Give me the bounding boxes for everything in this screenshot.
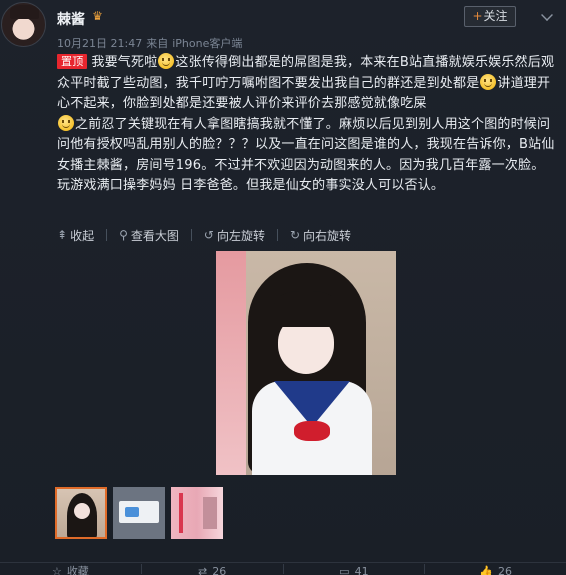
repost-count: 26 [212, 564, 227, 575]
photo-bow [294, 421, 330, 441]
image-toolbar: ⇞ 收起 ⚲ 查看大图 ↺ 向左旋转 ↻ 向右旋转 [57, 226, 351, 244]
comment-icon: ▭ [339, 564, 350, 575]
comment-count: 41 [354, 564, 369, 575]
post-meta: 10月21日 21:47 来自 iPhone客户端 [57, 35, 242, 51]
source-prefix: 来自 [146, 37, 169, 50]
username[interactable]: 棘酱 [57, 9, 85, 29]
view-large-button[interactable]: ⚲ 查看大图 [119, 226, 179, 244]
thumbnail-3[interactable] [171, 487, 223, 539]
zoom-icon: ⚲ [119, 228, 128, 242]
collect-icon: ☆ [51, 564, 62, 575]
pin-badge: 置顶 [57, 54, 88, 69]
collapse-icon: ⇞ [57, 228, 68, 242]
repost-button[interactable]: ⇄ 26 [142, 565, 283, 575]
weibo-post-card: 棘酱 ♛ 10月21日 21:47 来自 iPhone客户端 +关注 置顶 我要气死啦… [0, 0, 566, 575]
rotate-right-icon: ↻ [289, 228, 301, 242]
post-text-segment: 之前忍了关键现在有人拿图瞎搞我就不懂了。麻烦以后见到别人用这个图的时候问问他有授… [57, 116, 555, 194]
follow-button[interactable]: +关注 [464, 6, 516, 27]
post-source[interactable]: iPhone客户端 [172, 37, 242, 50]
plus-icon: + [472, 9, 483, 23]
rotate-left-label: 向左旋转 [216, 228, 265, 243]
post-text: 置顶 我要气死啦 这张传得倒出都是的屌图是我，本来在B站直播就娱乐娱乐然后观众平时截… [57, 53, 557, 197]
rotate-right-label: 向右旋转 [303, 228, 352, 243]
thumbnail-2[interactable] [113, 487, 165, 539]
chevron-down-icon[interactable] [541, 9, 553, 21]
toolbar-divider [106, 229, 108, 241]
collect-button[interactable]: ☆ 收藏 [0, 565, 141, 575]
photo-background [216, 251, 246, 475]
smile-emoji-icon [480, 73, 497, 90]
rotate-right-button[interactable]: ↻ 向右旋转 [290, 226, 351, 244]
follow-label: 关注 [483, 9, 508, 23]
toolbar-divider [276, 229, 278, 241]
collapse-button[interactable]: ⇞ 收起 [57, 226, 94, 244]
action-bar: ☆ 收藏 ⇄ 26 ▭ 41 👍 26 [0, 562, 566, 575]
view-large-label: 查看大图 [130, 228, 179, 243]
rotate-left-button[interactable]: ↺ 向左旋转 [204, 226, 265, 244]
post-time[interactable]: 10月21日 21:47 [57, 37, 142, 50]
avatar[interactable] [1, 2, 46, 47]
smile-emoji-icon [158, 53, 175, 69]
main-photo[interactable] [216, 251, 396, 475]
like-count: 26 [497, 564, 512, 575]
like-icon: 👍 [479, 564, 493, 575]
thumbnail-1[interactable] [55, 487, 107, 539]
photo-bangs [274, 291, 338, 327]
smile-emoji-icon [58, 114, 74, 131]
collapse-label: 收起 [70, 228, 95, 243]
rotate-left-icon: ↺ [203, 228, 214, 242]
comment-button[interactable]: ▭ 41 [284, 565, 425, 575]
collect-label: 收藏 [66, 565, 89, 575]
crown-icon[interactable]: ♛ [90, 10, 105, 23]
repost-icon: ⇄ [198, 564, 208, 575]
toolbar-divider [190, 229, 192, 241]
thumbnail-strip [55, 487, 223, 539]
like-button[interactable]: 👍 26 [425, 565, 566, 575]
post-text-segment: 我要气死啦 [91, 55, 158, 70]
